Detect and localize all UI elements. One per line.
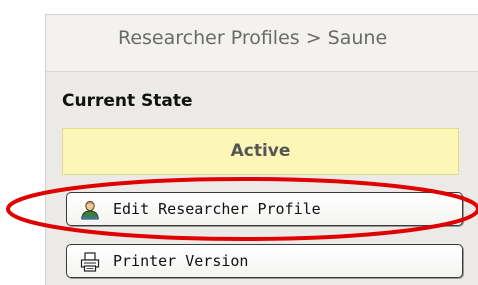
edit-researcher-profile-button[interactable]: Edit Researcher Profile <box>66 192 463 226</box>
printer-icon <box>80 252 100 272</box>
status-badge: Active <box>62 128 459 175</box>
user-icon <box>80 200 100 220</box>
printer-version-button[interactable]: Printer Version <box>66 244 463 278</box>
current-state-value: Active <box>230 141 291 161</box>
edit-researcher-profile-label: Edit Researcher Profile <box>113 200 321 218</box>
breadcrumb-text[interactable]: Researcher Profiles > Saune <box>118 27 387 49</box>
current-state-heading: Current State <box>62 91 193 111</box>
breadcrumb: Researcher Profiles > Saune <box>45 14 478 72</box>
printer-version-label: Printer Version <box>113 252 249 270</box>
